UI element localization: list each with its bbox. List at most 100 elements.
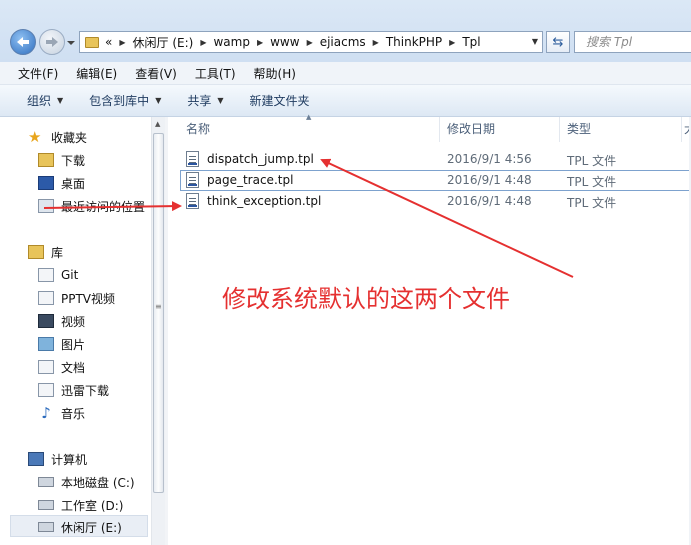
sidebar-item-downloads[interactable]: 下载	[38, 150, 85, 170]
sidebar-item-label: 最近访问的位置	[61, 199, 146, 214]
new-folder-button[interactable]: 新建文件夹	[250, 92, 310, 109]
history-dropdown-icon[interactable]	[66, 36, 76, 48]
file-row[interactable]: dispatch_jump.tpl 2016/9/1 4:56 TPL 文件	[180, 149, 690, 170]
sidebar-item-drive-d[interactable]: 工作室 (D:)	[38, 495, 123, 515]
menu-help[interactable]: 帮助(H)	[254, 65, 296, 82]
annotation-text: 修改系统默认的这两个文件	[222, 285, 510, 313]
column-type-label: 类型	[567, 122, 592, 136]
organize-button[interactable]: 组织 ▼	[27, 92, 63, 109]
tpl-file-icon	[186, 151, 199, 167]
sidebar-item-drive-c[interactable]: 本地磁盘 (C:)	[38, 472, 135, 492]
sidebar-item-label: 音乐	[61, 406, 86, 421]
menu-file[interactable]: 文件(F)	[18, 65, 58, 82]
sidebar-item-xunlei[interactable]: 迅雷下载	[38, 380, 109, 400]
column-name-label: 名称	[186, 122, 211, 136]
sidebar-item-desktop[interactable]: 桌面	[38, 173, 85, 193]
recent-places-icon	[38, 199, 54, 213]
chevron-down-icon: ▼	[155, 96, 162, 105]
menu-edit[interactable]: 编辑(E)	[76, 65, 117, 82]
search-input[interactable]: 搜索 Tpl	[574, 31, 691, 53]
music-note-icon: ♪	[41, 404, 51, 422]
sidebar-item-drive-e[interactable]: 休闲厅 (E:)	[38, 517, 122, 537]
file-name: think_exception.tpl	[207, 194, 322, 208]
include-in-library-button[interactable]: 包含到库中 ▼	[89, 92, 161, 109]
library-icon	[38, 291, 54, 305]
sidebar-libraries[interactable]: 库	[28, 242, 63, 262]
sidebar-item-pictures[interactable]: 图片	[38, 334, 85, 354]
breadcrumb-tpl[interactable]: Tpl	[462, 35, 480, 49]
file-type: TPL 文件	[567, 196, 617, 210]
file-date: 2016/9/1 4:48	[447, 173, 532, 187]
picture-library-icon	[38, 337, 54, 351]
breadcrumb-wamp[interactable]: wamp	[213, 35, 249, 49]
chevron-right-icon[interactable]: ▶	[119, 38, 125, 47]
download-folder-icon	[38, 153, 54, 167]
sidebar-item-label: 工作室 (D:)	[61, 498, 124, 513]
column-header-type[interactable]: 类型	[560, 117, 682, 142]
sidebar-item-label: PPTV视频	[61, 291, 116, 306]
chevron-right-icon[interactable]: ▶	[449, 38, 455, 47]
drive-icon	[38, 522, 54, 532]
back-arrow-icon	[17, 37, 29, 47]
chevron-right-icon[interactable]: ▶	[307, 38, 313, 47]
tpl-file-icon	[186, 172, 199, 188]
sidebar-item-pptv[interactable]: PPTV视频	[38, 288, 115, 308]
drive-icon	[38, 500, 54, 510]
forward-arrow-icon	[46, 37, 58, 47]
sidebar-favorites[interactable]: ★ 收藏夹	[28, 127, 87, 147]
refresh-button[interactable]: ⇆	[546, 31, 570, 53]
column-header-name[interactable]: 名称	[168, 117, 440, 142]
address-toolbar: « ▶ 休闲厅 (E:) ▶ wamp ▶ www ▶ ejiacms ▶ Th…	[0, 0, 691, 62]
navigation-scrollbar[interactable]: ▲ ≡	[151, 117, 166, 545]
sidebar-item-label: 迅雷下载	[61, 383, 110, 398]
file-name: dispatch_jump.tpl	[207, 152, 314, 166]
breadcrumb-www[interactable]: www	[270, 35, 299, 49]
include-in-library-label: 包含到库中	[89, 94, 150, 108]
sidebar-item-label: 下载	[61, 153, 86, 168]
scrollbar-thumb[interactable]	[153, 133, 164, 493]
column-header-date[interactable]: 修改日期	[440, 117, 560, 142]
sidebar-computer[interactable]: 计算机	[28, 449, 87, 469]
file-type: TPL 文件	[567, 154, 617, 168]
sidebar-item-videos[interactable]: 视频	[38, 311, 85, 331]
sidebar-libraries-label: 库	[51, 245, 64, 260]
breadcrumb-overflow[interactable]: «	[105, 35, 112, 49]
organize-label: 组织	[27, 94, 52, 108]
file-row[interactable]: think_exception.tpl 2016/9/1 4:48 TPL 文件	[180, 191, 690, 212]
breadcrumb-drive[interactable]: 休闲厅 (E:)	[133, 34, 194, 51]
scroll-up-icon[interactable]: ▲	[155, 120, 160, 128]
forward-button[interactable]	[39, 29, 65, 55]
breadcrumb-ejiacms[interactable]: ejiacms	[320, 35, 366, 49]
back-button[interactable]	[10, 29, 36, 55]
chevron-right-icon[interactable]: ▶	[200, 38, 206, 47]
share-button[interactable]: 共享 ▼	[187, 92, 223, 109]
library-icon	[28, 245, 44, 259]
column-date-label: 修改日期	[447, 122, 496, 136]
chevron-right-icon[interactable]: ▶	[373, 38, 379, 47]
video-library-icon	[38, 314, 54, 328]
sidebar-item-music[interactable]: ♪ 音乐	[38, 403, 85, 423]
menu-view[interactable]: 查看(V)	[135, 65, 177, 82]
sidebar-item-recent[interactable]: 最近访问的位置	[38, 196, 145, 216]
breadcrumb-thinkphp[interactable]: ThinkPHP	[386, 35, 442, 49]
address-dropdown-icon[interactable]: ▼	[532, 37, 538, 46]
sidebar-item-label: 文档	[61, 360, 86, 375]
sidebar-item-documents[interactable]: 文档	[38, 357, 85, 377]
sidebar-item-label: 视频	[61, 314, 86, 329]
document-library-icon	[38, 360, 54, 374]
file-list: ▲ 名称 修改日期 类型 大 dispatch_jump.tpl 2016/9/…	[168, 113, 691, 545]
chevron-right-icon[interactable]: ▶	[257, 38, 263, 47]
share-label: 共享	[187, 94, 212, 108]
file-row-focused[interactable]: page_trace.tpl 2016/9/1 4:48 TPL 文件	[180, 170, 690, 191]
address-bar[interactable]: « ▶ 休闲厅 (E:) ▶ wamp ▶ www ▶ ejiacms ▶ Th…	[79, 31, 543, 53]
command-bar: 组织 ▼ 包含到库中 ▼ 共享 ▼ 新建文件夹	[0, 85, 691, 117]
sidebar-item-label: 本地磁盘 (C:)	[61, 475, 135, 490]
file-name: page_trace.tpl	[207, 173, 294, 187]
drive-icon	[38, 477, 54, 487]
tpl-file-icon	[186, 193, 199, 209]
menu-tools[interactable]: 工具(T)	[195, 65, 236, 82]
chevron-down-icon: ▼	[57, 96, 64, 105]
sidebar-item-git[interactable]: Git	[38, 265, 78, 285]
sidebar-item-label: 休闲厅 (E:)	[61, 520, 122, 535]
chevron-down-icon: ▼	[217, 96, 224, 105]
